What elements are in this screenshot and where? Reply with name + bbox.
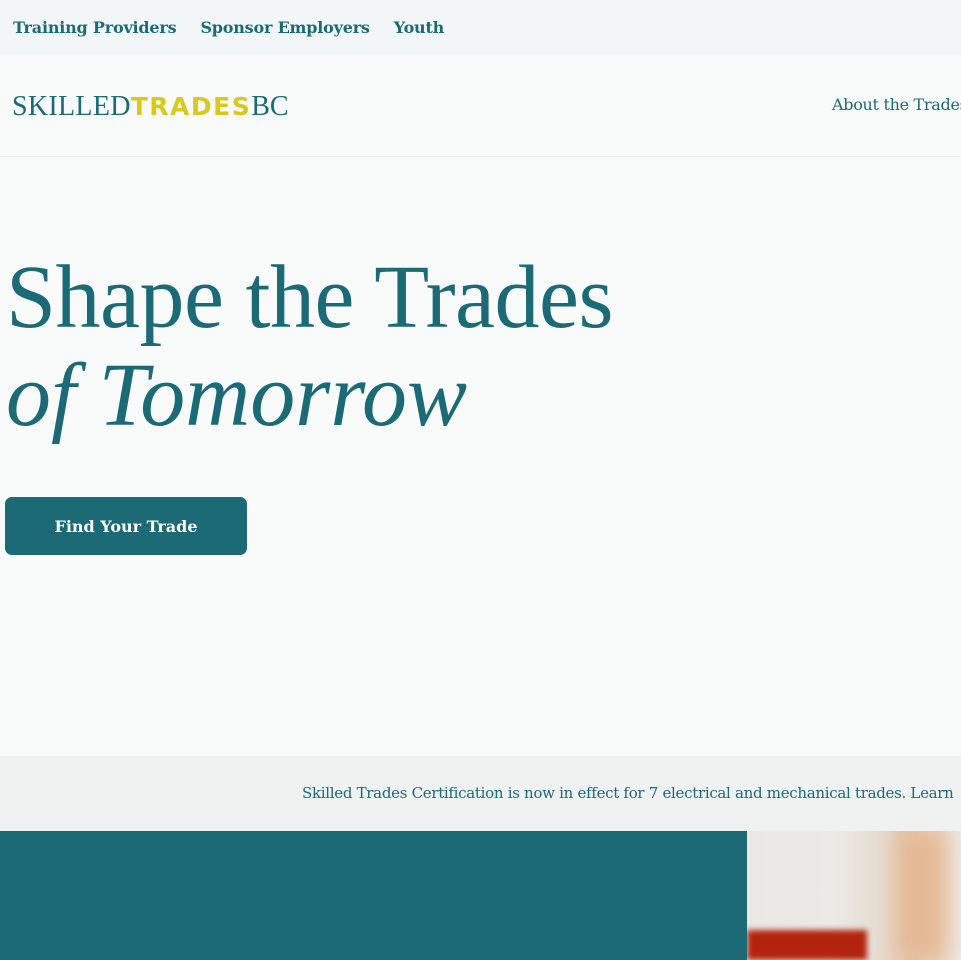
main-header: SKILLED TRADES BC About the Trades (0, 55, 961, 157)
utility-link-training-providers[interactable]: Training Providers (13, 18, 177, 37)
logo-text-trades: TRADES (130, 92, 252, 121)
photo-figure-blur (897, 831, 947, 960)
utility-link-sponsor-employers[interactable]: Sponsor Employers (200, 18, 370, 37)
hero-headline: Shape the Trades (6, 248, 613, 347)
utility-nav: Training Providers Sponsor Employers You… (0, 0, 961, 55)
utility-link-youth[interactable]: Youth (394, 18, 445, 37)
feature-panel (0, 831, 747, 960)
find-your-trade-button[interactable]: Find Your Trade (5, 497, 247, 555)
logo-text-skilled: SKILLED (12, 91, 131, 122)
photo-red-blur (747, 930, 867, 960)
nav-item-about-the-trades[interactable]: About the Trades (832, 95, 961, 114)
feature-photo (747, 831, 961, 960)
announcement-banner: Skilled Trades Certification is now in e… (0, 756, 961, 831)
site-logo[interactable]: SKILLED TRADES BC (12, 91, 289, 123)
announcement-text[interactable]: Skilled Trades Certification is now in e… (302, 784, 954, 802)
logo-text-bc: BC (251, 91, 289, 122)
hero-section: Shape the Trades of Tomorrow Find Your T… (0, 157, 961, 756)
hero-headline-italic: of Tomorrow (6, 346, 468, 445)
